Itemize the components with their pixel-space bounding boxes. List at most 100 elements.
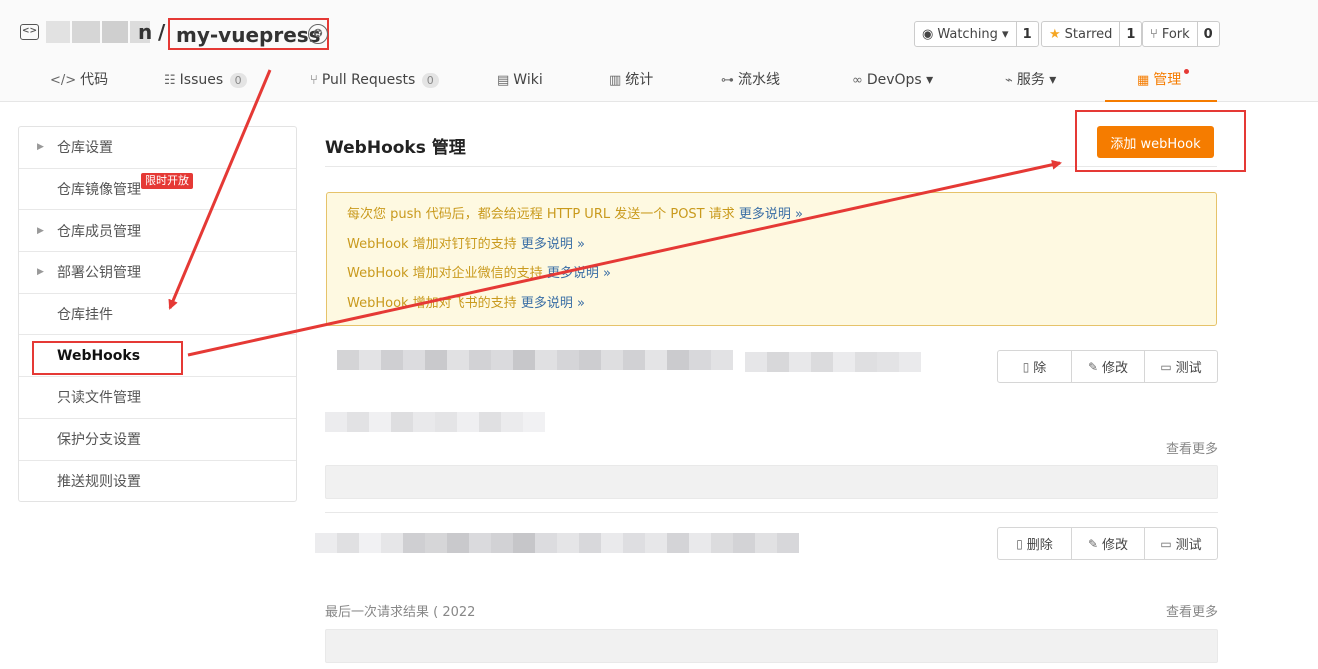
notice-line: 每次您 push 代码后，都会给远程 HTTP URL 发送一个 POST 请求… — [347, 205, 1216, 235]
watching-count[interactable]: 1 — [1015, 22, 1038, 46]
sidebar-item-repo-settings[interactable]: ▶ 仓库设置 — [19, 127, 296, 169]
settings-sidebar: ▶ 仓库设置 仓库镜像管理 限时开放 ▶ 仓库成员管理 ▶ 部署公钥管理 仓库挂件 We… — [18, 126, 297, 502]
test-button[interactable]: ▭ 测试 — [1144, 351, 1217, 382]
view-more-link[interactable]: 查看更多 — [1166, 601, 1218, 620]
fork-label: Fork — [1161, 26, 1190, 42]
edit-label: 修改 — [1102, 361, 1129, 376]
trash-icon: ▯ — [1022, 359, 1030, 374]
caret-right-icon: ▶ — [37, 225, 44, 236]
pr-count-badge: 0 — [421, 73, 439, 88]
trash-icon: ▯ — [1016, 536, 1023, 551]
owner-name-tail[interactable]: n — [138, 20, 152, 44]
sidebar-item-mirror[interactable]: 仓库镜像管理 限时开放 — [19, 169, 296, 211]
tab-issues[interactable]: ☷ Issues 0 — [164, 66, 247, 102]
add-webhook-button[interactable]: 添加 webHook — [1097, 126, 1214, 158]
tab-manage[interactable]: ▦ 管理 — [1105, 66, 1217, 102]
delete-label: 除 — [1033, 361, 1047, 376]
tab-devops[interactable]: ∞ DevOps ▾ — [852, 66, 933, 102]
test-button[interactable]: ▭ 测试 — [1144, 528, 1217, 559]
issues-count-badge: 0 — [229, 73, 247, 88]
redacted-info — [325, 412, 545, 432]
sidebar-item-members[interactable]: ▶ 仓库成员管理 — [19, 210, 296, 253]
sidebar-item-label: 只读文件管理 — [57, 390, 141, 407]
starred-button[interactable]: ★ Starred 1 — [1041, 21, 1143, 47]
request-result-bar — [325, 629, 1218, 663]
fork-button[interactable]: ⑂ Fork 0 — [1142, 21, 1220, 47]
delete-label: 删除 — [1026, 538, 1053, 553]
tab-pipeline-label: 流水线 — [738, 72, 780, 88]
more-info-link[interactable]: 更多说明 » — [547, 266, 611, 281]
fork-icon: ⑂ — [1150, 26, 1158, 42]
sidebar-item-deploy-keys[interactable]: ▶ 部署公钥管理 — [19, 252, 296, 294]
watching-button[interactable]: ◉ Watching ▾ 1 — [914, 21, 1039, 47]
gvp-badge-icon[interactable]: ✪ — [308, 24, 328, 44]
last-request-label: 最后一次请求结果 ( 2022 — [325, 605, 476, 620]
tab-pipeline[interactable]: ⊶ 流水线 — [721, 66, 780, 102]
view-more-link[interactable]: 查看更多 — [1166, 438, 1218, 457]
test-label: 测试 — [1175, 361, 1202, 376]
sidebar-item-label: 仓库镜像管理 — [57, 182, 141, 199]
sidebar-item-webhooks[interactable]: WebHooks — [19, 335, 296, 378]
notice-text: WebHook 增加对钉钉的支持 — [347, 236, 517, 252]
path-separator: / — [158, 20, 166, 44]
tab-pr-label: Pull Requests — [321, 72, 416, 88]
sidebar-item-label: WebHooks — [57, 347, 141, 364]
more-info-link[interactable]: 更多说明 » — [521, 296, 585, 311]
repo-header: <> n / my-vuepress ✪ ◉ Watching ▾ 1 ★ Star… — [0, 0, 1318, 102]
sidebar-item-label: 部署公钥管理 — [57, 265, 141, 282]
webhook-actions: ▯ 删除 ✎ 修改 ▭ 测试 — [997, 527, 1218, 560]
tab-pull-requests[interactable]: ⑂ Pull Requests 0 — [310, 66, 439, 102]
webhook-notice: 每次您 push 代码后，都会给远程 HTTP URL 发送一个 POST 请求… — [326, 192, 1217, 326]
repo-name-link[interactable]: my-vuepress — [168, 18, 329, 50]
tab-stats[interactable]: ▥ 统计 — [609, 66, 653, 102]
sidebar-item-push-rules[interactable]: 推送规则设置 — [19, 461, 296, 503]
webhook-item: ▯ 删除 ✎ 修改 ▭ 测试 最后一次请求结果 ( 2022 查看更多 — [315, 519, 1218, 665]
webhook-item: ▯ 除 ✎ 修改 ▭ 测试 查看更多 — [325, 342, 1218, 513]
tab-devops-label: DevOps ▾ — [866, 72, 934, 88]
sidebar-item-protected-branches[interactable]: 保护分支设置 — [19, 419, 296, 461]
tab-wiki[interactable]: ▤ Wiki — [497, 66, 543, 102]
page-title: WebHooks 管理 — [325, 138, 466, 158]
fork-count[interactable]: 0 — [1196, 22, 1219, 46]
starred-label: Starred — [1064, 26, 1113, 42]
delete-button[interactable]: ▯ 除 — [998, 351, 1071, 382]
sidebar-item-readonly-files[interactable]: 只读文件管理 — [19, 377, 296, 419]
notice-text: WebHook 增加对飞书的支持 — [347, 295, 517, 311]
tab-code[interactable]: </> 代码 — [50, 66, 108, 102]
edit-icon: ✎ — [1087, 359, 1099, 374]
sidebar-item-widgets[interactable]: 仓库挂件 — [19, 294, 296, 336]
edit-label: 修改 — [1102, 538, 1129, 553]
pull-request-icon: ⑂ — [310, 73, 318, 88]
code-icon: </> — [50, 73, 77, 88]
terminal-icon: ▭ — [1160, 536, 1172, 551]
more-info-link[interactable]: 更多说明 » — [739, 207, 803, 222]
stats-icon: ▥ — [609, 73, 622, 88]
caret-right-icon: ▶ — [37, 142, 44, 153]
starred-count[interactable]: 1 — [1119, 22, 1141, 46]
edit-button[interactable]: ✎ 修改 — [1071, 351, 1144, 382]
edit-icon: ✎ — [1087, 536, 1099, 551]
notice-text: 每次您 push 代码后，都会给远程 HTTP URL 发送一个 POST 请求 — [347, 207, 735, 222]
tab-stats-label: 统计 — [625, 72, 654, 88]
redacted-url — [315, 533, 799, 553]
tab-services[interactable]: ⌁ 服务 ▾ — [1005, 66, 1056, 102]
sidebar-item-label: 保护分支设置 — [57, 432, 141, 449]
devops-icon: ∞ — [852, 73, 863, 88]
webhook-divider — [325, 512, 1218, 513]
tab-issues-label: Issues — [179, 72, 224, 88]
test-label: 测试 — [1175, 538, 1202, 553]
notice-line: WebHook 增加对钉钉的支持 更多说明 » — [347, 235, 1216, 265]
sidebar-item-label: 仓库设置 — [57, 140, 113, 157]
tab-wiki-label: Wiki — [513, 72, 543, 88]
notification-dot — [1184, 69, 1189, 74]
more-info-link[interactable]: 更多说明 » — [521, 237, 585, 252]
edit-button[interactable]: ✎ 修改 — [1071, 528, 1144, 559]
delete-button[interactable]: ▯ 删除 — [998, 528, 1071, 559]
issues-icon: ☷ — [164, 73, 176, 88]
manage-icon: ▦ — [1137, 73, 1150, 88]
sidebar-item-label: 仓库挂件 — [57, 307, 113, 324]
caret-right-icon: ▶ — [37, 267, 44, 278]
terminal-icon: ▭ — [1160, 359, 1172, 374]
pipeline-icon: ⊶ — [721, 73, 734, 88]
title-divider — [325, 166, 1217, 167]
